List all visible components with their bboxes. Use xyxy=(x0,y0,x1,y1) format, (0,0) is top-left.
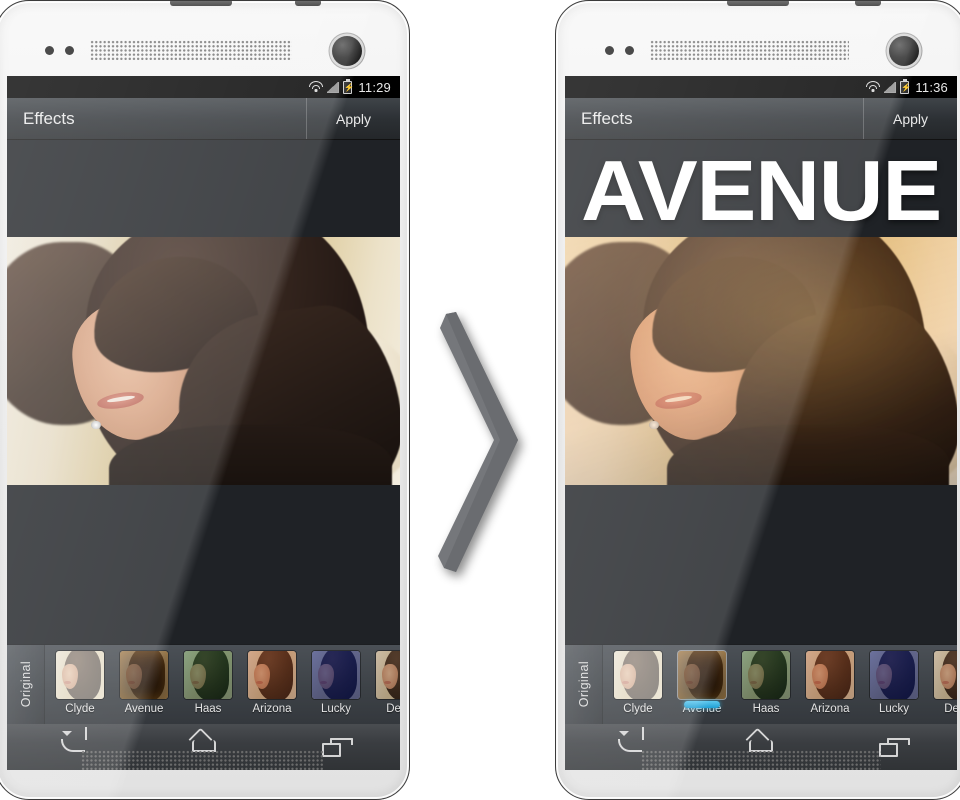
filter-thumb-image xyxy=(806,651,854,699)
filter-thumb-label: Haas xyxy=(752,703,780,715)
action-bar-before: Effects Apply xyxy=(7,98,400,140)
filter-thumb-haas[interactable]: Haas xyxy=(177,651,239,715)
filter-thumb-dean[interactable]: Dean xyxy=(369,651,400,715)
photo-preview-before xyxy=(7,237,400,485)
filter-thumb-image xyxy=(742,651,790,699)
screen-before: 11:29 Effects Apply xyxy=(7,76,400,724)
filter-thumb-image xyxy=(614,651,662,699)
status-bar-after: 11:36 xyxy=(565,76,957,98)
filter-thumb-label: Haas xyxy=(194,703,222,715)
filter-thumb-image xyxy=(678,651,726,699)
power-button-after[interactable] xyxy=(855,0,881,6)
volume-button-before[interactable] xyxy=(170,0,232,6)
filter-thumb-lucky[interactable]: Lucky xyxy=(305,651,367,715)
filter-thumb-image xyxy=(312,651,360,699)
filter-thumb-label: Clyde xyxy=(65,703,95,715)
sensor-dots-before xyxy=(45,46,74,55)
battery-charging-icon xyxy=(343,78,353,94)
battery-charging-icon xyxy=(900,78,910,94)
filter-thumb-label: Arizona xyxy=(252,703,292,715)
phone-before: 11:29 Effects Apply xyxy=(0,0,410,800)
filter-thumb-haas[interactable]: Haas xyxy=(735,651,797,715)
filter-thumb-arizona[interactable]: Arizona xyxy=(799,651,861,715)
filter-thumb-label: Avenue xyxy=(124,703,164,715)
device-bottom-hardware-before xyxy=(0,728,410,788)
filter-strip-after[interactable]: Original Clyde Avenue Haas Arizona Lucky Dean xyxy=(565,644,957,724)
volume-button-after[interactable] xyxy=(727,0,789,6)
comparison-scene: 11:29 Effects Apply xyxy=(0,0,960,800)
original-tab[interactable]: Original xyxy=(565,645,603,724)
filter-thumb-image xyxy=(184,651,232,699)
filter-thumb-label: Clyde xyxy=(623,703,653,715)
filter-thumb-image xyxy=(934,651,957,699)
signal-icon xyxy=(884,81,897,93)
sensor-dots-after xyxy=(605,46,634,55)
page-title: Effects xyxy=(23,108,75,128)
device-top-hardware-before xyxy=(0,10,410,76)
canvas-letterbox-bottom xyxy=(565,485,957,644)
photo-preview-after xyxy=(565,237,957,485)
earpiece-speaker-before xyxy=(90,40,292,60)
bottom-speaker-before xyxy=(81,750,324,770)
front-camera-icon-after xyxy=(889,36,919,66)
filter-thumb-image xyxy=(120,651,168,699)
filter-thumb-label: Dean xyxy=(944,703,957,715)
filter-thumb-label: Arizona xyxy=(810,703,850,715)
device-top-hardware-after xyxy=(555,10,960,76)
filter-thumb-label: Dean xyxy=(386,703,400,715)
filter-thumbnail-list-before[interactable]: Clyde Avenue Haas Arizona Lucky Dean xyxy=(45,645,400,724)
apply-button[interactable]: Apply xyxy=(306,98,400,139)
status-bar-clock: 11:36 xyxy=(915,79,948,95)
front-camera-icon-before xyxy=(332,36,362,66)
phone-after: 11:36 Effects Apply AVENUE xyxy=(555,0,960,800)
filter-thumb-clyde[interactable]: Clyde xyxy=(49,651,111,715)
signal-icon xyxy=(327,81,340,93)
photo-canvas-before: Original Clyde Avenue Haas Arizona Lucky Dean xyxy=(7,140,400,724)
filter-thumb-arizona[interactable]: Arizona xyxy=(241,651,303,715)
filter-thumbnail-list-after[interactable]: Clyde Avenue Haas Arizona Lucky Dean xyxy=(603,645,957,724)
filter-thumb-image xyxy=(56,651,104,699)
filter-thumb-label: Lucky xyxy=(878,703,910,715)
filter-thumb-avenue[interactable]: Avenue xyxy=(113,651,175,715)
filter-thumb-lucky[interactable]: Lucky xyxy=(863,651,925,715)
filter-thumb-clyde[interactable]: Clyde xyxy=(607,651,669,715)
action-bar-after: Effects Apply xyxy=(565,98,957,140)
filter-name-overlay-after: AVENUE xyxy=(580,143,942,239)
bottom-speaker-after xyxy=(641,750,881,770)
apply-button[interactable]: Apply xyxy=(863,98,957,139)
original-tab[interactable]: Original xyxy=(7,645,45,724)
filter-strip-before[interactable]: Original Clyde Avenue Haas Arizona Lucky Dean xyxy=(7,644,400,724)
filter-thumb-image xyxy=(376,651,400,699)
device-bottom-hardware-after xyxy=(555,728,960,788)
page-title: Effects xyxy=(581,108,633,128)
power-button-before[interactable] xyxy=(295,0,321,6)
screen-after: 11:36 Effects Apply AVENUE xyxy=(565,76,957,724)
filter-thumb-image xyxy=(870,651,918,699)
wifi-icon xyxy=(308,81,323,93)
chevron-right-icon xyxy=(438,310,524,575)
photo-canvas-after: AVENUE Original Clyde Avenue Haas Arizon… xyxy=(565,140,957,724)
filter-thumb-avenue[interactable]: Avenue xyxy=(671,651,733,715)
filter-thumb-dean[interactable]: Dean xyxy=(927,651,957,715)
canvas-letterbox-bottom xyxy=(7,485,400,644)
status-bar-clock: 11:29 xyxy=(358,79,391,95)
wifi-icon xyxy=(865,81,880,93)
earpiece-speaker-after xyxy=(650,40,849,60)
original-tab-label: Original xyxy=(18,661,33,708)
filter-thumb-image xyxy=(248,651,296,699)
original-tab-label: Original xyxy=(576,661,591,708)
status-bar-before: 11:29 xyxy=(7,76,400,98)
filter-thumb-label: Lucky xyxy=(320,703,352,715)
filter-name-overlay-before xyxy=(7,139,400,242)
filter-selected-indicator xyxy=(684,701,720,708)
